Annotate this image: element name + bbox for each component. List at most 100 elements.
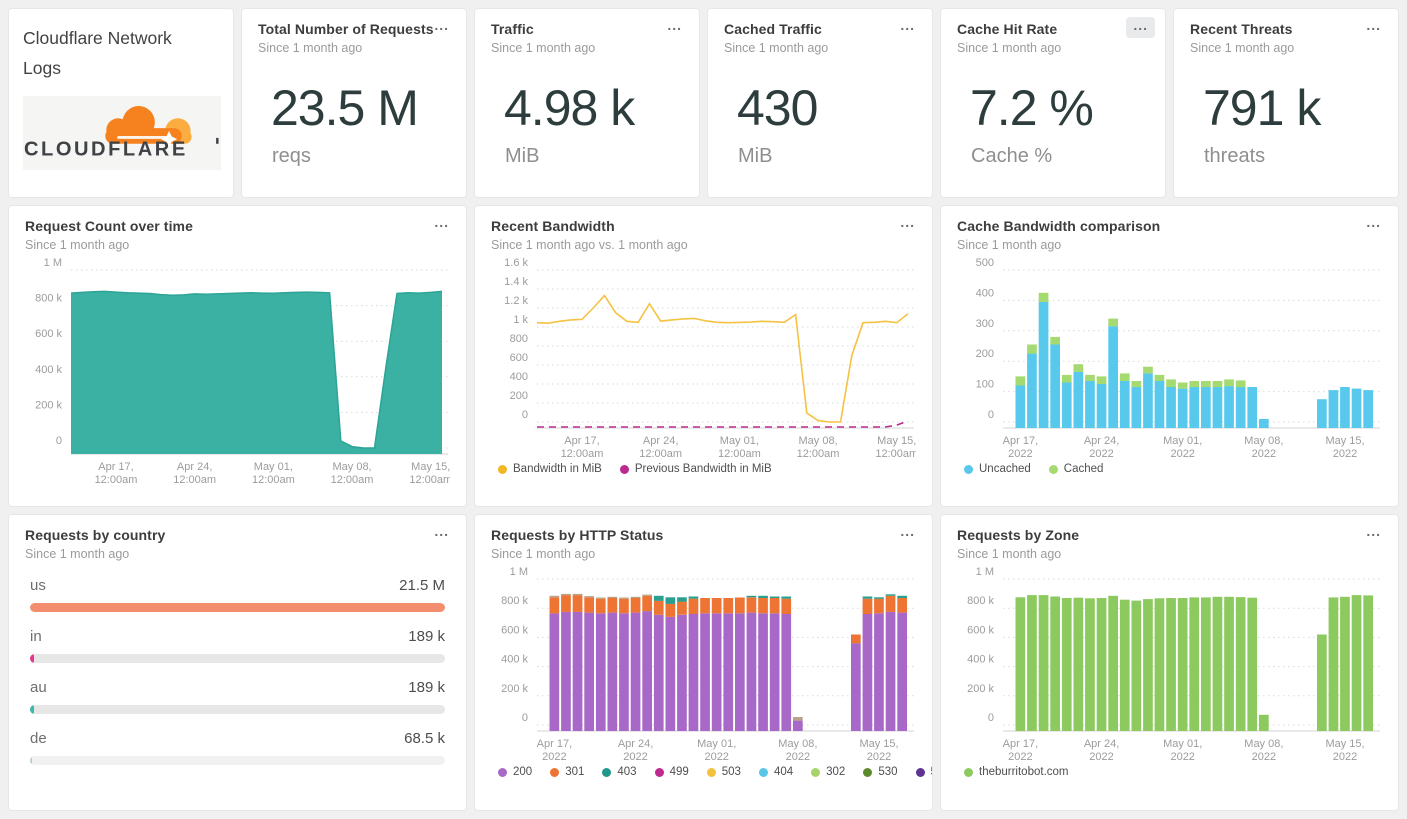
panel-title: Traffic	[491, 21, 534, 37]
svg-text:400 k: 400 k	[501, 654, 528, 666]
country-label: us	[30, 577, 46, 594]
ellipsis-menu-icon[interactable]: ...	[893, 17, 922, 38]
legend-item[interactable]: 526	[915, 766, 932, 778]
legend-item[interactable]: 403	[602, 766, 637, 778]
panel-brand: Cloudflare Network Logs CLOUDFLARE	[8, 8, 234, 198]
legend-item[interactable]: 503	[706, 766, 741, 778]
recent-bandwidth-chart[interactable]: 0 200 400 600 800 1 k 1.2 k 1.4 k 1.6 k Apr 17, 12…	[491, 256, 918, 460]
ellipsis-menu-icon[interactable]: ...	[893, 214, 922, 235]
country-row: au 189 k	[25, 679, 450, 714]
legend-item[interactable]: 200	[498, 766, 532, 778]
svg-text:Apr 24,2022: Apr 24, 2022	[618, 738, 653, 763]
panel-title: Requests by Zone	[957, 527, 1080, 543]
legend-item[interactable]: 499	[654, 766, 689, 778]
legend-dot-icon	[964, 464, 973, 474]
panel-subtitle: Since 1 month ago	[1190, 41, 1295, 55]
panel-title: Cache Hit Rate	[957, 21, 1058, 37]
svg-text:May 15,12:00am: May 15, 12:00am	[875, 435, 916, 460]
svg-text:800 k: 800 k	[35, 293, 62, 305]
svg-text:200 k: 200 k	[967, 683, 994, 695]
legend-dot-icon	[498, 464, 507, 474]
legend-item[interactable]: Uncached	[964, 463, 1031, 475]
country-bar-fill	[30, 654, 34, 663]
panel-subtitle: Since 1 month ago	[724, 41, 829, 55]
ellipsis-menu-icon[interactable]: ...	[660, 17, 689, 38]
country-row: us 21.5 M	[25, 577, 450, 612]
country-value: 21.5 M	[399, 577, 445, 594]
kpi-value: 23.5 M	[271, 80, 419, 136]
country-value: 189 k	[408, 679, 445, 696]
ellipsis-menu-icon[interactable]: ...	[427, 214, 456, 235]
panel-subtitle: Since 1 month ago	[491, 547, 596, 561]
svg-text:400 k: 400 k	[967, 654, 994, 666]
dashboard: Cloudflare Network Logs CLOUDFLARE Total…	[0, 0, 1407, 819]
cache-bandwidth-chart[interactable]: 0 100 200 300 400 500 Apr 17, 2022 Apr 24, 2022 Ma…	[957, 256, 1382, 460]
svg-text:800: 800	[510, 333, 528, 345]
country-label: in	[30, 628, 42, 645]
panel-cache-bandwidth: Cache Bandwidth comparison Since 1 month…	[940, 205, 1399, 507]
requests-by-zone-chart[interactable]: 0 200 k 400 k 600 k 800 k 1 M Apr 17, 2022 Apr 2…	[957, 565, 1382, 763]
ellipsis-menu-icon[interactable]: ...	[1359, 214, 1388, 235]
ellipsis-menu-icon[interactable]: ...	[1359, 17, 1388, 38]
legend-dot-icon	[964, 767, 973, 777]
ellipsis-menu-icon[interactable]: ...	[427, 523, 456, 544]
svg-text:0: 0	[56, 435, 62, 447]
svg-text:Apr 17,2022: Apr 17, 2022	[1003, 435, 1038, 460]
legend-item[interactable]: Cached	[1048, 463, 1103, 475]
legend-item[interactable]: Previous Bandwidth in MiB	[619, 463, 772, 475]
svg-text:600 k: 600 k	[967, 624, 994, 636]
panel-kpi-traffic: Traffic Since 1 month ago ... 4.98 k MiB	[474, 8, 700, 198]
svg-text:1 M: 1 M	[510, 566, 528, 578]
cloudflare-logo-image: CLOUDFLARE	[24, 106, 219, 160]
svg-text:1 M: 1 M	[44, 257, 62, 269]
svg-text:May 15,12:00am: May 15, 12:00am	[409, 461, 450, 486]
legend-dot-icon	[758, 767, 768, 777]
kpi-value: 791 k	[1203, 80, 1321, 136]
country-label: au	[30, 679, 47, 696]
panel-subtitle: Since 1 month ago	[25, 238, 130, 252]
panel-subtitle: Since 1 month ago vs. 1 month ago	[491, 238, 688, 252]
svg-text:600 k: 600 k	[35, 328, 62, 340]
svg-text:100: 100	[976, 379, 994, 391]
country-bar-fill	[30, 705, 34, 714]
panel-title: Cache Bandwidth comparison	[957, 218, 1161, 234]
svg-text:Apr 24,2022: Apr 24, 2022	[1084, 738, 1119, 763]
legend-item[interactable]: 301	[550, 766, 584, 778]
legend-dot-icon	[654, 767, 664, 777]
country-bar-fill	[30, 756, 32, 765]
legend-dot-icon	[706, 767, 716, 777]
legend-item[interactable]: 302	[811, 766, 845, 778]
requests-by-country-chart[interactable]: us 21.5 M in 189 k au 189 k de 68.5 k	[25, 577, 450, 765]
legend-item[interactable]: 530	[863, 766, 898, 778]
svg-text:Apr 17,2022: Apr 17, 2022	[1003, 738, 1038, 763]
request-count-chart[interactable]: 0 200 k 400 k 600 k 800 k 1 M Apr 17, 12:00am Ap…	[25, 256, 452, 486]
kpi-unit: reqs	[272, 145, 311, 167]
svg-text:1 M: 1 M	[976, 566, 994, 578]
ellipsis-menu-icon[interactable]: ...	[427, 17, 456, 38]
legend-item[interactable]: Bandwidth in MiB	[498, 463, 602, 475]
svg-text:May 15,2022: May 15, 2022	[1325, 435, 1364, 460]
http-status-chart[interactable]: 0 200 k 400 k 600 k 800 k 1 M Apr 17, 2022 Apr 2…	[491, 565, 916, 763]
svg-text:May 01,12:00am: May 01, 12:00am	[252, 461, 295, 486]
country-bar-fill	[30, 603, 445, 612]
cache-bandwidth-legend: Uncached Cached	[964, 463, 1382, 475]
legend-item[interactable]: 404	[758, 766, 793, 778]
svg-text:400 k: 400 k	[35, 364, 62, 376]
ellipsis-menu-icon[interactable]: ...	[1359, 523, 1388, 544]
legend-dot-icon	[811, 767, 821, 777]
panel-title: Recent Bandwidth	[491, 218, 615, 234]
panel-kpi-cached-traffic: Cached Traffic Since 1 month ago ... 430…	[707, 8, 933, 198]
panel-kpi-cache-hit-rate: Cache Hit Rate Since 1 month ago ... 7.2…	[940, 8, 1166, 198]
cloudflare-logo: CLOUDFLARE	[23, 96, 221, 171]
legend-item[interactable]: theburritobot.com	[964, 766, 1069, 778]
svg-text:1.6 k: 1.6 k	[504, 257, 528, 269]
panel-requests-by-country: Requests by country Since 1 month ago ..…	[8, 514, 467, 811]
ellipsis-menu-icon[interactable]: ...	[1126, 17, 1155, 38]
panel-kpi-total-requests: Total Number of Requests Since 1 month a…	[241, 8, 467, 198]
legend-dot-icon	[863, 767, 873, 777]
svg-text:May 01,12:00am: May 01, 12:00am	[718, 435, 761, 460]
legend-dot-icon	[550, 767, 560, 777]
panel-subtitle: Since 1 month ago	[957, 41, 1062, 55]
ellipsis-menu-icon[interactable]: ...	[893, 523, 922, 544]
panel-subtitle: Since 1 month ago	[25, 547, 130, 561]
